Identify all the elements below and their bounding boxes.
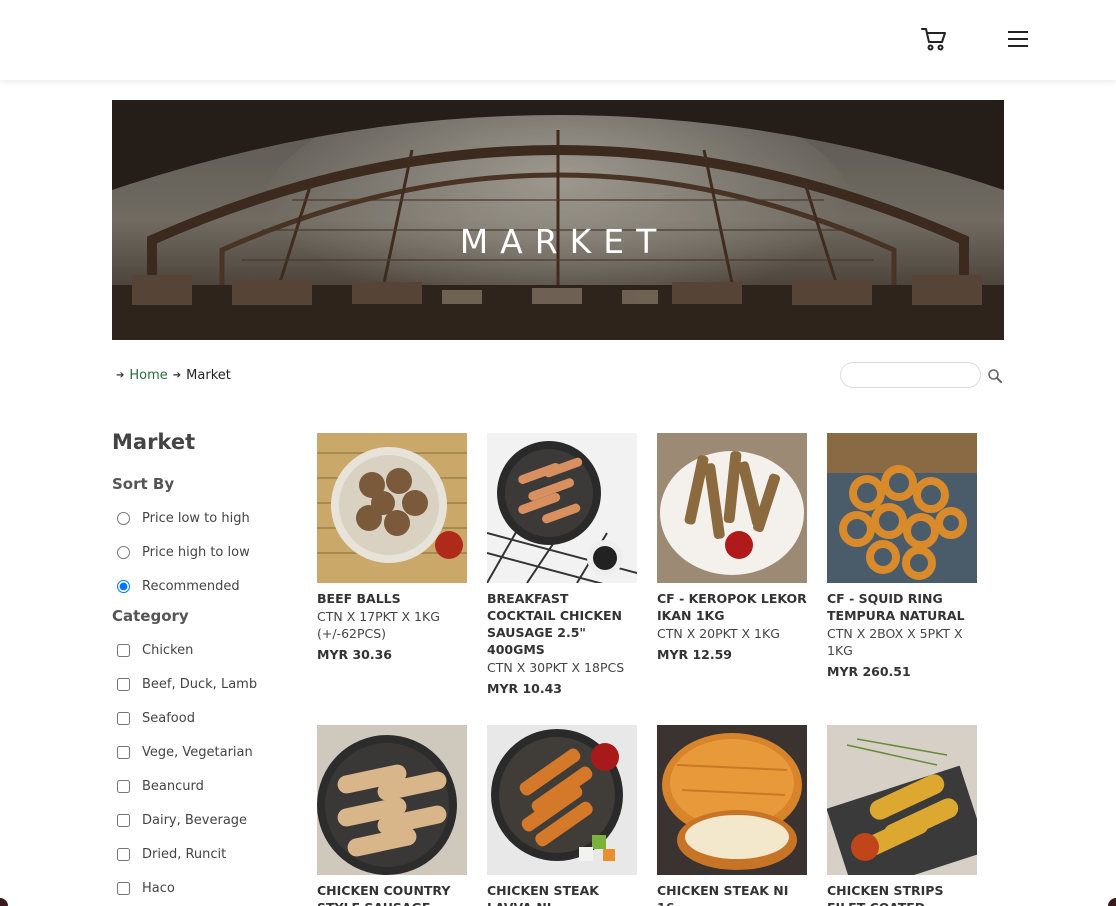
category-checkbox[interactable]: [117, 881, 130, 895]
category-option-label: Dairy, Beverage: [142, 812, 248, 828]
sort-option-label: Price low to high: [142, 510, 250, 526]
product-card[interactable]: BREAKFAST COCKTAIL CHICKEN SAUSAGE 2.5" …: [487, 433, 637, 697]
category-option-label: Vege, Vegetarian: [142, 744, 253, 760]
category-checkbox[interactable]: [117, 847, 130, 861]
product-name[interactable]: CF - SQUID RING TEMPURA NATURAL: [827, 590, 977, 624]
category-dried-runcit[interactable]: Dried, Runcit: [112, 837, 302, 871]
category-checkbox[interactable]: [117, 711, 130, 725]
window-corner: [1108, 898, 1116, 906]
breadcrumb: ➔ Home ➔ Market: [116, 366, 231, 384]
category-option-label: Dried, Runcit: [142, 846, 227, 862]
product-name[interactable]: CHICKEN STEAK NI 16: [657, 882, 807, 906]
product-price: MYR 10.43: [487, 681, 563, 696]
product-image[interactable]: [317, 725, 467, 875]
product-pack: CTN X 30PKT X 18PCS: [487, 660, 625, 675]
sort-option-recommended[interactable]: Recommended: [112, 569, 302, 603]
product-card[interactable]: CF - SQUID RING TEMPURA NATURAL CTN X 2B…: [827, 433, 977, 680]
category-option-label: Chicken: [142, 642, 194, 658]
product-name[interactable]: BREAKFAST COCKTAIL CHICKEN SAUSAGE 2.5" …: [487, 590, 637, 658]
arrow-right-icon: ➔: [172, 369, 182, 381]
product-card[interactable]: CHICKEN STEAK LAVVA NI: [487, 725, 637, 906]
category-dairy-beverage[interactable]: Dairy, Beverage: [112, 803, 302, 837]
sidebar-title: Market: [112, 430, 196, 454]
product-price: MYR 12.59: [657, 647, 733, 662]
sort-radio[interactable]: [117, 545, 130, 559]
category-checkbox[interactable]: [117, 643, 130, 657]
product-pack: CTN X 2BOX X 5PKT X 1KG: [827, 626, 963, 658]
category-checkbox[interactable]: [117, 813, 130, 827]
filter-sidebar: Market Sort By Price low to high Price h…: [112, 430, 302, 905]
category-option-label: Beancurd: [142, 778, 204, 794]
category-option-label: Beef, Duck, Lamb: [142, 676, 258, 692]
product-name[interactable]: CHICKEN STRIPS FILET COATED: [827, 882, 977, 906]
product-image[interactable]: [487, 725, 637, 875]
sort-radio[interactable]: [117, 511, 130, 525]
hero-title: MARKET: [459, 222, 669, 261]
category-seafood[interactable]: Seafood: [112, 701, 302, 735]
product-card[interactable]: CHICKEN STRIPS FILET COATED: [827, 725, 977, 906]
window-corner: [0, 898, 8, 906]
sort-radio[interactable]: [117, 579, 130, 593]
hamburger-menu-icon[interactable]: [1006, 28, 1030, 50]
sort-option-price-high-low[interactable]: Price high to low: [112, 535, 302, 569]
category-option-label: Haco: [142, 880, 175, 896]
category-beef-duck-lamb[interactable]: Beef, Duck, Lamb: [112, 667, 302, 701]
category-vege-vegetarian[interactable]: Vege, Vegetarian: [112, 735, 302, 769]
category-label: Category: [112, 607, 189, 625]
arrow-right-icon: ➔: [116, 369, 125, 381]
product-card[interactable]: CHICKEN COUNTRY STYLE SAUSAGE: [317, 725, 467, 906]
category-chicken[interactable]: Chicken: [112, 633, 302, 667]
product-price: MYR 260.51: [827, 664, 911, 679]
top-navbar: [0, 0, 1116, 80]
product-card[interactable]: BEEF BALLS CTN X 17PKT X 1KG (+/-62PCS) …: [317, 433, 467, 663]
category-haco[interactable]: Haco: [112, 871, 302, 905]
sort-by-label: Sort By: [112, 475, 175, 493]
product-image[interactable]: [827, 725, 977, 875]
product-pack: CTN X 17PKT X 1KG (+/-62PCS): [317, 609, 440, 641]
breadcrumb-current: Market: [186, 367, 231, 383]
search-icon[interactable]: [987, 368, 1003, 384]
product-price: MYR 30.36: [317, 647, 393, 662]
product-name[interactable]: CF - KEROPOK LEKOR IKAN 1KG: [657, 590, 807, 624]
product-pack: CTN X 20PKT X 1KG: [657, 626, 780, 641]
sort-option-label: Recommended: [142, 578, 240, 594]
product-card[interactable]: CHICKEN STEAK NI 16: [657, 725, 807, 906]
category-checkbox[interactable]: [117, 677, 130, 691]
product-image[interactable]: [657, 725, 807, 875]
hero-banner: [112, 100, 1004, 340]
product-card[interactable]: CF - KEROPOK LEKOR IKAN 1KG CTN X 20PKT …: [657, 433, 807, 663]
sort-option-price-low-high[interactable]: Price low to high: [112, 501, 302, 535]
breadcrumb-home-link[interactable]: Home: [129, 368, 167, 383]
category-option-label: Seafood: [142, 710, 195, 726]
category-checkbox[interactable]: [117, 779, 130, 793]
product-image[interactable]: [827, 433, 977, 583]
product-image[interactable]: [317, 433, 467, 583]
product-name[interactable]: CHICKEN STEAK LAVVA NI: [487, 882, 637, 906]
sort-option-label: Price high to low: [142, 544, 250, 560]
search-input[interactable]: [840, 362, 981, 388]
category-checkbox[interactable]: [117, 745, 130, 759]
market-hall-image: [112, 100, 1004, 340]
product-name[interactable]: BEEF BALLS: [317, 590, 467, 607]
product-image[interactable]: [657, 433, 807, 583]
category-beancurd[interactable]: Beancurd: [112, 769, 302, 803]
shopping-cart-icon[interactable]: [920, 26, 948, 52]
product-image[interactable]: [487, 433, 637, 583]
product-name[interactable]: CHICKEN COUNTRY STYLE SAUSAGE: [317, 882, 467, 906]
